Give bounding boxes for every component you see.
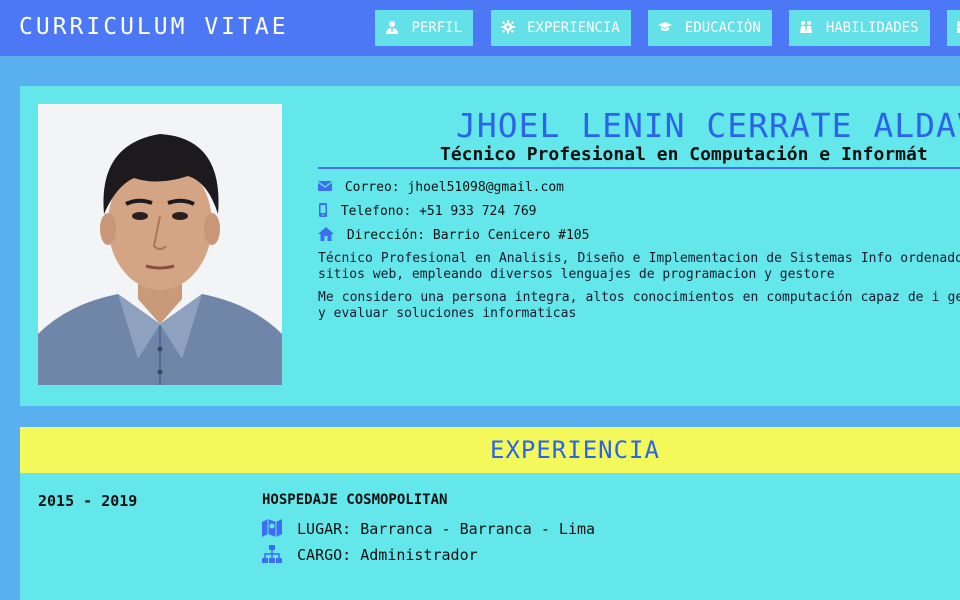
profile-section: JHOEL LENIN CERRATE ALDAV Técnico Profes… [20,86,960,406]
email-text: Correo: jhoel51098@gmail.com [344,180,564,195]
people-icon [800,21,813,33]
mobile-icon [319,203,327,217]
profile-photo [38,104,282,385]
role-text: CARGO: Administrador [297,546,478,564]
phone-text: Telefono: +51 933 724 769 [340,204,537,219]
contact-address: Dirección: Barrio Cenicero #105 [318,227,589,243]
experience-company: HOSPEDAJE COSMOPOLITAN [262,492,448,508]
nav-label: HABILIDADES [825,20,919,36]
nav-label: EXPERIENCIA [527,20,620,36]
section-title: EXPERIENCIA [490,436,660,464]
person-name: JHOEL LENIN CERRATE ALDAV [456,106,960,145]
experience-years: 2015 - 2019 [38,492,138,510]
sitemap-icon [262,545,282,563]
person-title: Técnico Profesional en Computación e Inf… [440,144,928,165]
address-text: Dirección: Barrio Cenicero #105 [346,228,590,243]
user-tie-icon [386,21,398,34]
portrait-image [38,104,282,385]
graduation-cap-icon [658,22,673,31]
experience-role: CARGO: Administrador [262,545,478,564]
place-text: LUGAR: Barranca - Barranca - Lima [297,520,596,538]
top-navbar: CURRICULUM VITAE PERFIL EXPERIENCIA EDUC… [0,0,960,56]
experience-header: EXPERIENCIA [20,427,960,473]
brand-title[interactable]: CURRICULUM VITAE [19,14,289,40]
nav-label: PERFIL [411,20,463,36]
nav-experiencia[interactable]: EXPERIENCIA [490,10,631,46]
map-icon [262,519,282,537]
nav-label: EDUCACIÓN [684,20,761,36]
contact-email: Correo: jhoel51098@gmail.com [318,179,564,195]
nav-so[interactable]: SO [947,10,960,46]
summary-paragraph: Técnico Profesional en Analisis, Diseño … [318,251,960,282]
nav-habilidades[interactable]: HABILIDADES [789,10,930,46]
home-icon [318,227,334,241]
envelope-icon [318,181,332,191]
nav-menu: PERFIL EXPERIENCIA EDUCACIÓN HABILIDADES… [375,10,960,46]
divider [318,167,960,169]
nav-educacion[interactable]: EDUCACIÓN [648,10,772,46]
nav-perfil[interactable]: PERFIL [375,10,474,46]
gear-icon [500,20,515,34]
summary-paragraph: Me considero una persona integra, altos … [318,290,960,321]
contact-phone: Telefono: +51 933 724 769 [318,203,537,219]
experience-place: LUGAR: Barranca - Barranca - Lima [262,519,595,538]
experience-section: EXPERIENCIA 2015 - 2019 HOSPEDAJE COSMOP… [20,427,960,600]
